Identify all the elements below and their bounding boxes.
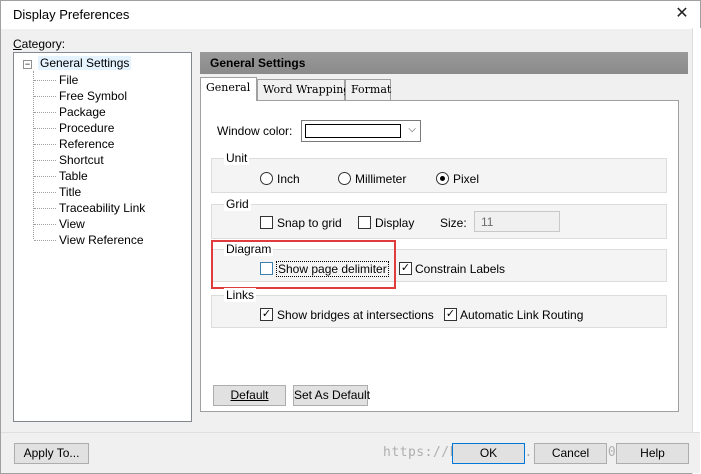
default-button-label: Default — [230, 388, 269, 402]
tree-item[interactable]: Traceability Link — [59, 201, 145, 215]
unit-millimeter-radio[interactable] — [338, 172, 351, 185]
cancel-button[interactable]: Cancel — [534, 443, 607, 464]
tree-connector — [34, 176, 56, 177]
tab-general[interactable]: General — [200, 77, 257, 101]
grid-display-checkbox[interactable] — [358, 216, 371, 229]
links-group-title: Links — [224, 288, 257, 302]
tree-item[interactable]: Free Symbol — [59, 89, 127, 103]
auto-link-routing-checkbox[interactable]: ✓ — [444, 308, 457, 321]
tree-item[interactable]: File — [59, 73, 78, 87]
snap-to-grid-checkbox[interactable] — [260, 216, 273, 229]
tree-root-label[interactable]: General Settings — [38, 56, 132, 70]
grid-size-label: Size: — [440, 216, 467, 230]
grid-group-title: Grid — [224, 197, 251, 211]
show-bridges-label[interactable]: Show bridges at intersections — [277, 308, 434, 322]
panel-header: General Settings — [200, 52, 688, 74]
tree-connector — [34, 80, 56, 81]
window-color-label: Window color: — [217, 124, 292, 138]
window-title: Display Preferences — [13, 7, 130, 22]
tree-connector — [34, 240, 56, 241]
tree-item[interactable]: Procedure — [59, 121, 114, 135]
apply-to-button[interactable]: Apply To... — [14, 443, 89, 464]
snap-to-grid-label[interactable]: Snap to grid — [277, 216, 342, 230]
help-button[interactable]: Help — [616, 443, 689, 464]
auto-link-routing-label[interactable]: Automatic Link Routing — [460, 308, 583, 322]
unit-inch-radio[interactable] — [260, 172, 273, 185]
title-bar[interactable]: Display Preferences ✕ — [1, 1, 700, 29]
panel-header-title: General Settings — [210, 56, 306, 70]
tab-panel-general: Window color: ⌵ Unit Inch Millimeter Pix… — [200, 100, 679, 412]
tree-item[interactable]: Title — [59, 185, 81, 199]
tree-connector — [34, 144, 56, 145]
category-tree[interactable]: − General Settings File Free Symbol Packag… — [13, 52, 192, 422]
tree-connector — [34, 208, 56, 209]
unit-group-title: Unit — [224, 151, 250, 165]
grid-display-label[interactable]: Display — [375, 216, 414, 230]
show-bridges-checkbox[interactable]: ✓ — [260, 308, 273, 321]
links-group: Links ✓ Show bridges at intersections ✓ … — [211, 288, 667, 328]
window-color-label-text: Window color: — [217, 124, 293, 138]
tree-connector — [34, 192, 56, 193]
tree-connector — [34, 112, 56, 113]
set-as-default-button[interactable]: Set As Default — [293, 385, 370, 406]
tree-connector — [34, 96, 56, 97]
unit-group: Unit Inch Millimeter Pixel — [211, 151, 667, 193]
category-label: Category: — [13, 37, 66, 51]
tab-word-wrapping[interactable]: Word Wrapping — [257, 79, 350, 100]
annotation-highlight-box — [211, 240, 396, 289]
close-icon[interactable]: ✕ — [665, 3, 699, 27]
chevron-down-icon: ⌵ — [408, 124, 416, 135]
default-button[interactable]: Default — [213, 385, 286, 406]
tree-item[interactable]: View Reference — [59, 233, 144, 247]
tree-connector — [34, 160, 56, 161]
window-color-swatch — [305, 124, 401, 138]
tab-format[interactable]: Format — [345, 79, 391, 100]
constrain-labels-label[interactable]: Constrain Labels — [415, 262, 505, 276]
unit-pixel-label[interactable]: Pixel — [453, 172, 479, 186]
window-color-dropdown[interactable]: ⌵ — [301, 120, 421, 142]
category-label-text: ategory: — [21, 37, 66, 51]
tree-item[interactable]: Reference — [59, 137, 114, 151]
tree-connector — [34, 128, 56, 129]
constrain-labels-checkbox[interactable]: ✓ — [399, 262, 412, 275]
grid-size-input[interactable]: 11 — [474, 211, 560, 232]
unit-millimeter-label[interactable]: Millimeter — [355, 172, 406, 186]
tree-item[interactable]: Package — [59, 105, 106, 119]
tree-connector — [34, 224, 56, 225]
unit-inch-label[interactable]: Inch — [277, 172, 300, 186]
background-window-edge — [692, 28, 701, 474]
ok-button[interactable]: OK — [452, 443, 525, 464]
unit-pixel-radio[interactable] — [436, 172, 449, 185]
collapse-icon[interactable]: − — [23, 60, 32, 69]
grid-group: Grid Snap to grid Display Size: 11 — [211, 197, 667, 239]
tree-item[interactable]: View — [59, 217, 85, 231]
tree-item[interactable]: Shortcut — [59, 153, 104, 167]
tree-item[interactable]: Table — [59, 169, 88, 183]
